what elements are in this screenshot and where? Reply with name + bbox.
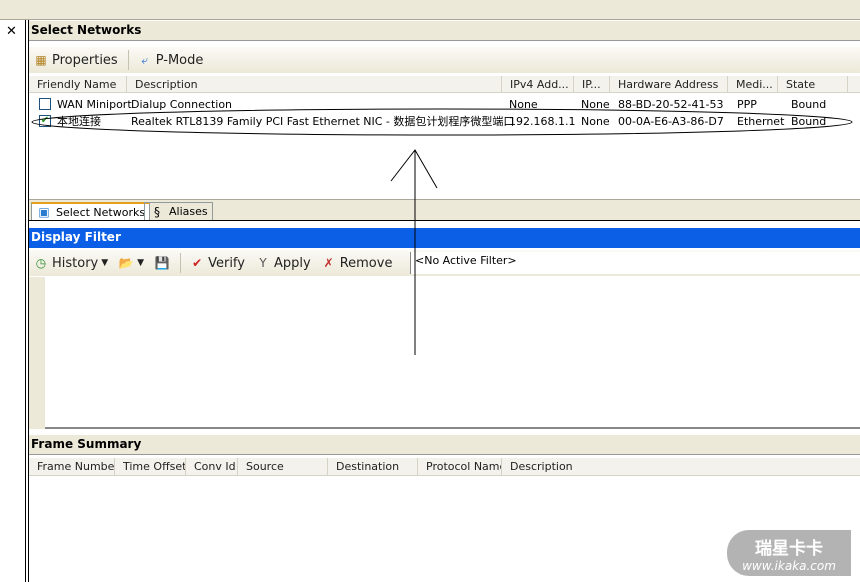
watermark-logo: 瑞星卡卡 www.ikaka.com xyxy=(727,530,851,576)
annotation-ellipse xyxy=(31,108,853,136)
annotation-arrow-head xyxy=(390,149,438,189)
watermark-brand: 瑞星卡卡 xyxy=(755,539,823,559)
annotation-overlay xyxy=(31,108,853,355)
watermark-url: www.ikaka.com xyxy=(742,559,836,573)
